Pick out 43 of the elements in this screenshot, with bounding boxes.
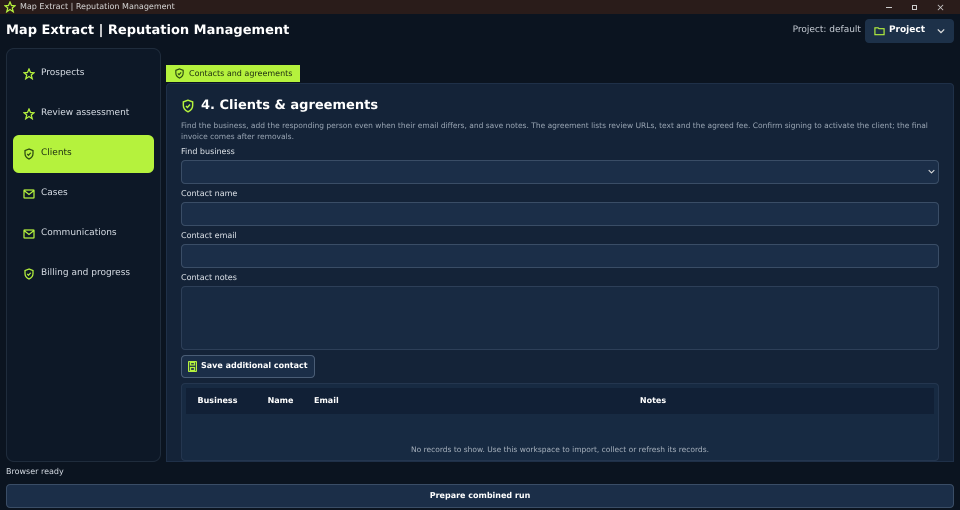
window-title: Map Extract | Reputation Management (20, 1, 175, 13)
prepare-run-button[interactable]: Prepare combined run (6, 484, 954, 508)
star-icon (23, 108, 35, 120)
column-header: Email (313, 394, 340, 406)
restore-icon[interactable] (912, 4, 917, 10)
mail-icon (23, 188, 35, 200)
notes-field[interactable] (181, 286, 939, 350)
sidebar-item[interactable]: Prospects (13, 55, 154, 93)
minimize-icon[interactable] (886, 6, 892, 8)
caret-icon (937, 28, 945, 34)
mail-icon (23, 228, 35, 240)
shield-check-icon (174, 68, 185, 79)
field-label: Contact email (181, 230, 238, 242)
chevron-down-icon (928, 169, 935, 174)
sidebar-item[interactable]: Cases (13, 175, 154, 213)
close-icon[interactable] (937, 4, 944, 10)
shield-check-icon (23, 268, 35, 280)
sidebar-item[interactable]: Communications (13, 215, 154, 253)
section-title: 4. Clients & agreements (201, 97, 378, 115)
app-title: Map Extract | Reputation Management (6, 22, 290, 40)
field-label: Contact name (181, 188, 238, 200)
sidebar-item[interactable]: Review assessment (13, 95, 154, 133)
business-select[interactable] (181, 160, 939, 184)
sidebar-item[interactable]: Billing and progress (13, 255, 154, 293)
column-header: Business (196, 394, 238, 406)
field-label: Contact notes (181, 272, 238, 284)
star-icon (23, 68, 35, 80)
save-icon (188, 360, 197, 372)
input-field[interactable] (181, 202, 939, 226)
folder-icon (874, 26, 885, 36)
save-contact-button[interactable]: Save additional contact (181, 354, 315, 378)
section-tab[interactable]: Contacts and agreements (166, 65, 300, 82)
sidebar-item[interactable]: Clients (13, 135, 154, 173)
project-button[interactable]: Project (864, 19, 954, 43)
input-field[interactable] (181, 244, 939, 268)
field-label: Find business (181, 146, 236, 158)
project-label: Project: default (792, 24, 861, 38)
status-text: Browser ready (5, 466, 65, 478)
column-header: Name (266, 394, 294, 406)
column-header: Notes (638, 394, 668, 406)
star-icon (4, 1, 16, 13)
shield-check-icon (181, 98, 195, 113)
shield-check-icon (23, 148, 35, 160)
